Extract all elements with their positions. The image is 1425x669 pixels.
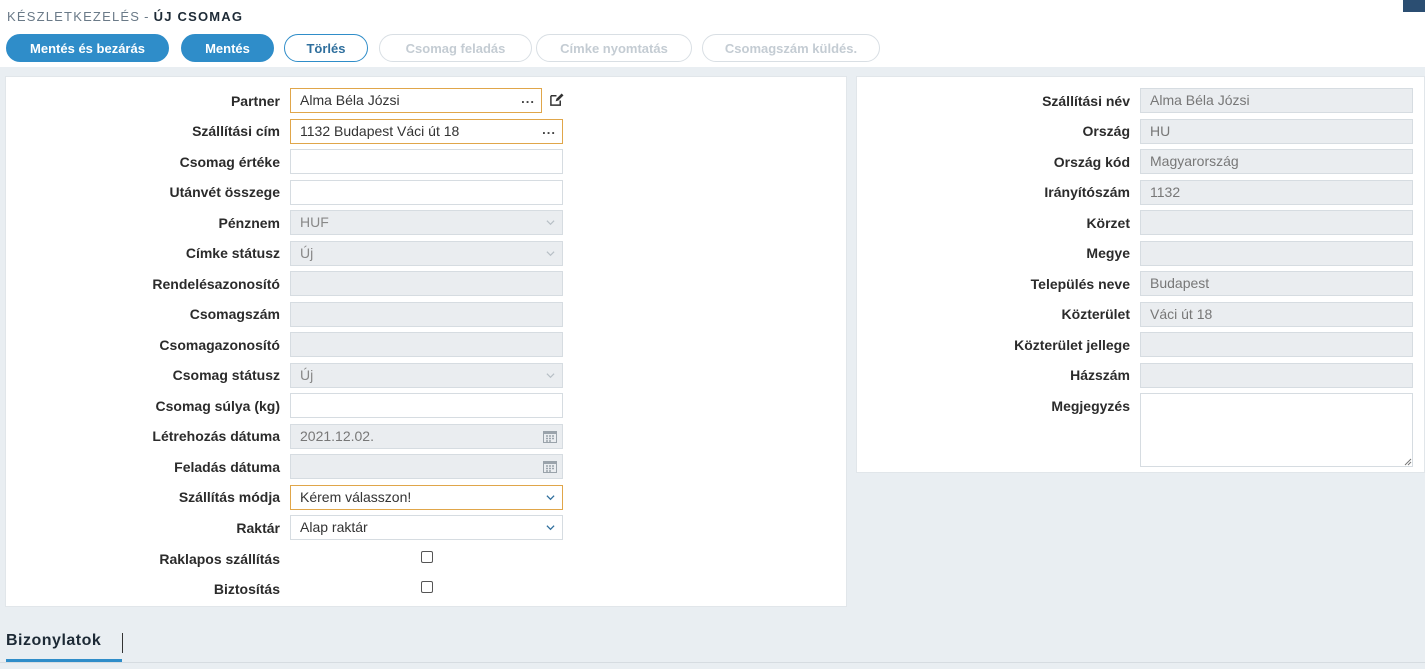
page-title: Új csomag bbox=[153, 9, 244, 24]
chevron-down-icon bbox=[546, 373, 555, 379]
note-textarea[interactable] bbox=[1140, 393, 1413, 467]
shipping-method-select[interactable]: Kérem válasszon! bbox=[290, 485, 563, 510]
calendar-icon bbox=[543, 461, 557, 473]
shipping-name-label: Szállítási név bbox=[1042, 93, 1130, 109]
package-status-value: Új bbox=[300, 367, 314, 383]
street-type-field bbox=[1140, 332, 1413, 357]
send-package-button[interactable]: Csomag feladás bbox=[379, 34, 532, 62]
chevron-down-icon bbox=[546, 495, 555, 501]
tab-documents[interactable]: Bizonylatok bbox=[6, 632, 101, 650]
package-id-label: Csomagazonosító bbox=[159, 337, 280, 353]
resize-grip-icon[interactable] bbox=[1404, 458, 1412, 466]
partner-value: Alma Béla Józsi bbox=[300, 92, 400, 108]
created-date-value: 2021.12.02. bbox=[300, 428, 374, 444]
country-label: Ország bbox=[1082, 123, 1130, 139]
package-number-field bbox=[290, 302, 563, 327]
package-weight-label: Csomag súlya (kg) bbox=[155, 398, 280, 414]
chevron-down-icon bbox=[546, 220, 555, 226]
dispatch-date-label: Feladás dátuma bbox=[174, 459, 280, 475]
corner-accent bbox=[1403, 0, 1425, 12]
breadcrumb: Készletkezelés - Új csomag bbox=[7, 9, 243, 24]
tab-divider bbox=[122, 633, 123, 653]
label-status-select[interactable]: Új bbox=[290, 241, 563, 266]
label-status-value: Új bbox=[300, 245, 314, 261]
label-status-label: Címke státusz bbox=[185, 245, 280, 261]
district-field bbox=[1140, 210, 1413, 235]
warehouse-value: Alap raktár bbox=[300, 519, 368, 535]
chevron-down-icon bbox=[546, 251, 555, 257]
warehouse-label: Raktár bbox=[236, 520, 280, 536]
cod-amount-input[interactable] bbox=[290, 180, 563, 205]
package-weight-input[interactable] bbox=[290, 393, 563, 418]
partner-label: Partner bbox=[230, 93, 280, 109]
country-code-label: Ország kód bbox=[1053, 154, 1130, 170]
currency-select[interactable]: HUF bbox=[290, 210, 563, 235]
shipping-address-field[interactable]: 1132 Budapest Váci út 18 ... bbox=[290, 119, 563, 144]
note-label: Megjegyzés bbox=[1051, 398, 1130, 414]
order-id-field bbox=[290, 271, 563, 296]
save-and-close-button[interactable]: Mentés és bezárás bbox=[6, 34, 169, 62]
county-field bbox=[1140, 241, 1413, 266]
insurance-checkbox[interactable] bbox=[421, 581, 433, 593]
pallet-shipping-label: Raklapos szállítás bbox=[159, 551, 280, 567]
save-button[interactable]: Mentés bbox=[181, 34, 274, 62]
package-details-panel: Partner Alma Béla Józsi ... Szállítási c… bbox=[5, 76, 847, 607]
created-date-label: Létrehozás dátuma bbox=[152, 428, 280, 444]
shipping-method-label: Szállítás módja bbox=[178, 489, 280, 505]
street-type-label: Közterület jellege bbox=[1014, 337, 1130, 353]
breadcrumb-separator: - bbox=[144, 9, 150, 24]
city-label: Település neve bbox=[1030, 276, 1130, 292]
house-number-label: Házszám bbox=[1070, 367, 1130, 383]
cod-amount-label: Utánvét összege bbox=[169, 184, 280, 200]
tabs-bar: Bizonylatok bbox=[0, 622, 1425, 669]
breadcrumb-module[interactable]: Készletkezelés bbox=[7, 9, 140, 24]
shipping-address-value: 1132 Budapest Váci út 18 bbox=[300, 123, 460, 139]
pallet-shipping-checkbox[interactable] bbox=[421, 551, 433, 563]
country-field: HU bbox=[1140, 119, 1413, 144]
dispatch-date-field bbox=[290, 454, 563, 479]
insurance-label: Biztosítás bbox=[213, 581, 280, 597]
shipping-address-panel: Szállítási név Alma Béla Józsi Ország HU… bbox=[856, 76, 1425, 473]
chevron-down-icon bbox=[546, 525, 555, 531]
shipping-method-value: Kérem válasszon! bbox=[300, 489, 412, 505]
send-package-number-button[interactable]: Csomagszám küldés. bbox=[702, 34, 880, 62]
package-status-select[interactable]: Új bbox=[290, 363, 563, 388]
top-bar: Készletkezelés - Új csomag Mentés és bezár… bbox=[0, 0, 1425, 67]
district-label: Körzet bbox=[1086, 215, 1130, 231]
postal-code-field: 1132 bbox=[1140, 180, 1413, 205]
order-id-label: Rendelésazonosító bbox=[152, 276, 280, 292]
partner-lookup-button[interactable]: ... bbox=[521, 89, 535, 109]
print-label-button[interactable]: Címke nyomtatás bbox=[536, 34, 692, 62]
currency-label: Pénznem bbox=[218, 215, 280, 231]
tabs-divider-line bbox=[0, 662, 1425, 663]
shipping-address-label: Szállítási cím bbox=[192, 123, 280, 139]
package-status-label: Csomag státusz bbox=[172, 367, 280, 383]
delete-button[interactable]: Törlés bbox=[284, 34, 368, 62]
warehouse-select[interactable]: Alap raktár bbox=[290, 515, 563, 540]
currency-value: HUF bbox=[300, 214, 329, 230]
country-code-field: Magyarország bbox=[1140, 149, 1413, 174]
postal-code-label: Irányítószám bbox=[1044, 184, 1130, 200]
shipping-address-lookup-button[interactable]: ... bbox=[542, 120, 556, 140]
partner-field[interactable]: Alma Béla Józsi ... bbox=[290, 88, 542, 113]
street-label: Közterület bbox=[1061, 306, 1130, 322]
street-field: Váci út 18 bbox=[1140, 302, 1413, 327]
created-date-field: 2021.12.02. bbox=[290, 424, 563, 449]
package-number-label: Csomagszám bbox=[189, 306, 280, 322]
city-field: Budapest bbox=[1140, 271, 1413, 296]
county-label: Megye bbox=[1086, 245, 1130, 261]
package-value-input[interactable] bbox=[290, 149, 563, 174]
edit-icon[interactable] bbox=[549, 93, 564, 107]
shipping-name-field: Alma Béla Józsi bbox=[1140, 88, 1413, 113]
calendar-icon bbox=[543, 431, 557, 443]
house-number-field bbox=[1140, 363, 1413, 388]
package-id-field bbox=[290, 332, 563, 357]
package-value-label: Csomag értéke bbox=[179, 154, 280, 170]
